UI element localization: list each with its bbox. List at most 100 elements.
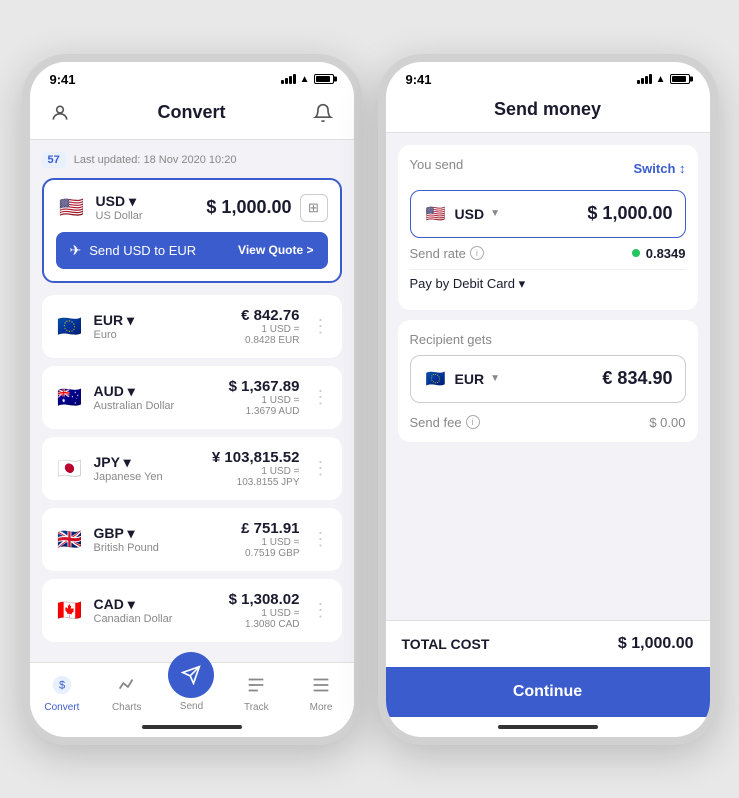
battery-icon [314,74,334,84]
home-indicator-right [386,717,710,737]
you-send-section: You send Switch ↕ 🇺🇸 USD ▼ $ 1,000.00 [398,145,698,310]
currency-name: Euro [94,329,134,341]
more-icon [307,671,335,699]
currency-flag: 🇬🇧 [54,523,86,555]
more-options-icon[interactable]: ⋮ [312,387,330,408]
nav-send[interactable]: Send [164,672,219,712]
home-indicator-left [30,717,354,737]
update-text: Last updated: 18 Nov 2020 10:20 [74,154,237,166]
profile-icon[interactable] [46,99,74,127]
nav-charts-label: Charts [112,702,141,713]
recipient-amount-value: € 834.90 [602,368,672,389]
pay-method-label: Pay by Debit Card ▾ [410,276,526,292]
send-rate-label: Send rate i [410,246,484,261]
continue-button[interactable]: Continue [386,667,710,717]
currency-name: Japanese Yen [94,471,163,483]
total-cost-bar: TOTAL COST $ 1,000.00 [386,620,710,667]
page-title-left: Convert [157,102,225,123]
more-options-icon[interactable]: ⋮ [312,458,330,479]
currency-name: Australian Dollar [94,400,175,412]
currency-list-item[interactable]: 🇬🇧 GBP ▾ British Pound £ 751.91 1 USD =0… [42,508,342,571]
more-options-icon[interactable]: ⋮ [312,529,330,550]
usd-flag: 🇺🇸 [56,192,88,224]
currency-flag: 🇨🇦 [54,594,86,626]
last-updated-bar: 57 Last updated: 18 Nov 2020 10:20 [42,152,342,168]
signal-icon-right [637,74,652,84]
status-icons-left: ▲ [281,74,334,85]
nav-more[interactable]: More [294,671,349,713]
send-fee-row: Send fee i $ 0.00 [410,407,686,430]
nav-header-right: Send money [386,91,710,133]
converted-amount: € 842.76 [241,307,299,324]
currency-list-item[interactable]: 🇦🇺 AUD ▾ Australian Dollar $ 1,367.89 1 … [42,366,342,429]
nav-charts[interactable]: Charts [99,671,154,713]
currency-code: JPY ▾ [94,454,163,471]
currency-list-item[interactable]: 🇯🇵 JPY ▾ Japanese Yen ¥ 103,815.52 1 USD… [42,437,342,500]
total-cost-value: $ 1,000.00 [618,635,694,653]
send-fee-label: Send fee i [410,415,480,430]
recipient-amount-row[interactable]: 🇪🇺 EUR ▼ € 834.90 [410,355,686,403]
send-flag: 🇺🇸 [423,201,449,227]
you-send-label: You send [410,157,464,172]
bottom-nav-left: $ Convert Charts [30,662,354,717]
converted-amount: ¥ 103,815.52 [212,449,300,466]
base-currency-amount: $ 1,000.00 [206,197,291,218]
exchange-rate: 1 USD =103.8155 JPY [212,466,300,488]
recipient-currency-selector[interactable]: 🇪🇺 EUR ▼ [423,366,500,392]
base-currency-card[interactable]: 🇺🇸 USD ▾ US Dollar $ 1,000.00 ⊞ [42,178,342,283]
send-rate-row: Send rate i 0.8349 [410,238,686,269]
left-phone: 9:41 ▲ [22,54,362,745]
time-left: 9:41 [50,72,76,87]
recipient-flag: 🇪🇺 [423,366,449,392]
nav-track-label: Track [244,702,269,713]
charts-icon [113,671,141,699]
send-arrow-icon: ✈ [70,242,82,259]
converted-amount: $ 1,367.89 [229,378,300,395]
wifi-icon-right: ▲ [656,74,666,85]
exchange-rate: 1 USD =0.7519 GBP [241,537,299,559]
send-amount-value[interactable]: $ 1,000.00 [587,203,672,224]
svg-text:$: $ [59,679,65,691]
nav-track[interactable]: Track [229,671,284,713]
converted-amount: $ 1,308.02 [229,591,300,608]
view-quote-cta[interactable]: View Quote > [238,243,313,257]
signal-icon [281,74,296,84]
send-currency-selector[interactable]: 🇺🇸 USD ▼ [423,201,500,227]
battery-icon-right [670,74,690,84]
currency-list-item[interactable]: 🇪🇺 EUR ▾ Euro € 842.76 1 USD =0.8428 EUR… [42,295,342,358]
currency-code: CAD ▾ [94,596,173,613]
recipient-currency-chevron: ▼ [490,373,500,384]
nav-convert-label: Convert [44,702,79,713]
more-options-icon[interactable]: ⋮ [312,316,330,337]
recipient-currency-code: EUR [455,371,485,387]
send-button-text: Send USD to EUR [89,243,196,258]
total-cost-label: TOTAL COST [402,636,490,652]
convert-icon: $ [48,671,76,699]
nav-convert[interactable]: $ Convert [34,671,89,713]
time-right: 9:41 [406,72,432,87]
send-amount-row[interactable]: 🇺🇸 USD ▼ $ 1,000.00 [410,190,686,238]
exchange-rate: 1 USD =0.8428 EUR [241,324,299,346]
left-content: 57 Last updated: 18 Nov 2020 10:20 🇺🇸 US… [30,140,354,662]
track-icon [242,671,270,699]
send-currency-code: USD [455,206,485,222]
send-rate-value: 0.8349 [632,246,686,261]
currency-flag: 🇦🇺 [54,381,86,413]
send-fab[interactable] [168,652,214,698]
pay-method-row[interactable]: Pay by Debit Card ▾ [410,269,686,298]
page-title-right: Send money [494,99,601,120]
currency-name: British Pound [94,542,159,554]
base-currency-code[interactable]: USD ▾ [96,193,143,210]
switch-button[interactable]: Switch ↕ [633,161,685,176]
currency-list-item[interactable]: 🇨🇦 CAD ▾ Canadian Dollar $ 1,308.02 1 US… [42,579,342,642]
bell-icon[interactable] [309,99,337,127]
send-fee-info-icon: i [466,415,480,429]
calculator-icon[interactable]: ⊞ [300,194,328,222]
send-content: You send Switch ↕ 🇺🇸 USD ▼ $ 1,000.00 [386,133,710,620]
update-badge: 57 [42,152,66,168]
send-usd-eur-button[interactable]: ✈ Send USD to EUR View Quote > [56,232,328,269]
more-options-icon[interactable]: ⋮ [312,600,330,621]
exchange-rate: 1 USD =1.3679 AUD [229,395,300,417]
currency-name: Canadian Dollar [94,613,173,625]
exchange-rate: 1 USD =1.3080 CAD [229,608,300,630]
